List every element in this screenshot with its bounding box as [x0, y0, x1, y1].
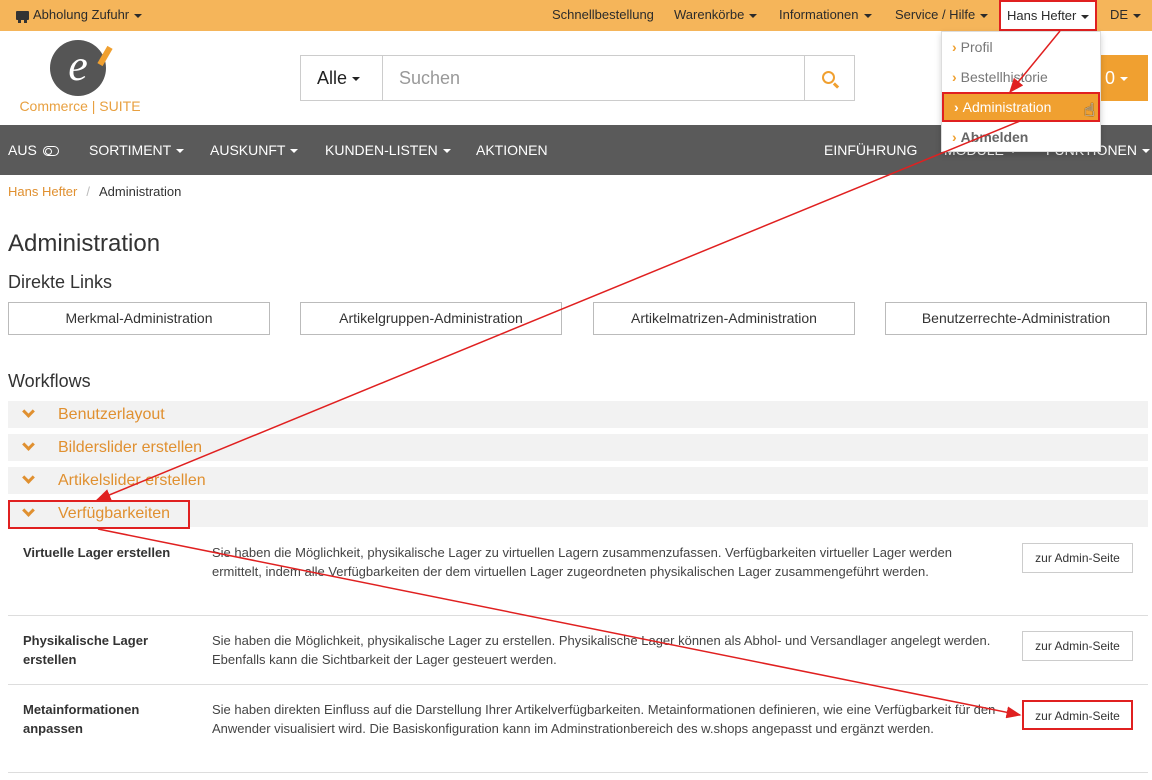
service-menu[interactable]: Service / Hilfe [895, 0, 989, 31]
caret-down-icon [176, 149, 185, 154]
search-button[interactable] [804, 56, 854, 100]
chevron-down-icon [22, 405, 35, 418]
caret-down-icon [1120, 77, 1129, 82]
service-label: Service / Hilfe [895, 7, 976, 22]
highlight-box [8, 500, 190, 529]
workflow-description: Sie haben die Möglichkeit, physikalische… [212, 545, 952, 579]
caret-down-icon [1081, 14, 1090, 19]
accordion-benutzerlayout[interactable]: Benutzerlayout [8, 401, 1148, 428]
caret-down-icon [749, 13, 758, 18]
cart-count: 0 [1105, 68, 1116, 88]
accordion-label: Artikelslider erstellen [58, 472, 206, 489]
breadcrumb-home[interactable]: Hans Hefter [8, 184, 77, 199]
artikelmatrizen-admin-link[interactable]: Artikelmatrizen-Administration [593, 302, 855, 335]
logo[interactable]: e Commerce | SUITE [10, 36, 150, 120]
chevron-right-icon: › [952, 129, 957, 145]
caret-down-icon [863, 13, 872, 18]
caret-down-icon [352, 77, 361, 82]
nav-toggle[interactable]: AUS [8, 125, 59, 175]
workflow-title: Virtuelle Lager erstellen [23, 545, 171, 560]
accordion-label: Bilderslider erstellen [58, 439, 203, 456]
search-icon [822, 71, 835, 84]
search-bar: Alle [300, 55, 855, 101]
menu-item-bestellhistorie[interactable]: › Bestellhistorie [942, 62, 1100, 92]
menu-item-label: Abmelden [960, 129, 1029, 145]
info-label: Informationen [779, 7, 859, 22]
top-bar: Abholung Zufuhr Schnellbestellung Warenk… [0, 0, 1152, 31]
merkmal-admin-link[interactable]: Merkmal-Administration [8, 302, 270, 335]
menu-item-label: Profil [960, 39, 993, 55]
hand-pointer-icon: ☝ [1084, 100, 1095, 120]
accordion-artikelslider[interactable]: Artikelslider erstellen [8, 467, 1148, 494]
workflow-title: Metainformationen anpassen [23, 702, 140, 736]
pickup-menu[interactable]: Abholung Zufuhr [16, 0, 143, 31]
menu-item-administration[interactable]: › Administration ☝ [942, 92, 1100, 122]
chevron-right-icon: › [954, 99, 959, 115]
breadcrumb-current: Administration [99, 184, 182, 199]
workflow-description: Sie haben direkten Einfluss auf die Dars… [212, 702, 996, 736]
workflows-heading: Workflows [8, 371, 91, 391]
caret-down-icon [442, 149, 451, 154]
nav-item-auskunft[interactable]: AUSKUNFT [210, 125, 299, 175]
menu-item-profil[interactable]: › Profil [942, 32, 1100, 62]
search-input[interactable] [383, 56, 804, 100]
nav-item-einfuehrung[interactable]: EINFÜHRUNG [824, 125, 917, 175]
search-category-select[interactable]: Alle [301, 56, 383, 100]
pickup-label: Abholung Zufuhr [33, 7, 130, 22]
logo-mark: e [50, 40, 106, 96]
language-menu[interactable]: DE [1110, 0, 1142, 31]
chevron-right-icon: › [952, 39, 957, 55]
caret-down-icon [980, 13, 989, 18]
caret-down-icon [134, 13, 143, 18]
logo-text: Commerce | SUITE [19, 98, 141, 114]
workflow-row: Virtuelle Lager erstellen Sie haben die … [8, 530, 1148, 616]
nav-item-kunden-listen[interactable]: KUNDEN-LISTEN [325, 125, 451, 175]
menu-item-label: Bestellhistorie [960, 69, 1048, 85]
chevron-down-icon [22, 471, 35, 484]
nav-item-label: AKTIONEN [476, 142, 548, 158]
nav-item-aktionen[interactable]: AKTIONEN [476, 125, 548, 175]
quick-order-link[interactable]: Schnellbestellung [552, 0, 654, 31]
page-title: Administration [8, 230, 161, 257]
nav-item-label: EINFÜHRUNG [824, 142, 918, 158]
caret-down-icon [1133, 13, 1142, 18]
admin-page-button[interactable]: zur Admin-Seite [1022, 631, 1133, 661]
language-label: DE [1110, 7, 1129, 22]
workflow-title: Physikalische Lager erstellen [23, 633, 149, 667]
user-dropdown: › Profil › Bestellhistorie › Administration… [941, 31, 1101, 152]
menu-item-label: Administration [962, 99, 1052, 115]
toggle-icon [42, 146, 59, 156]
benutzerrechte-admin-link[interactable]: Benutzerrechte-Administration [885, 302, 1147, 335]
chevron-right-icon: › [952, 69, 957, 85]
artikelgruppen-admin-link[interactable]: Artikelgruppen-Administration [300, 302, 562, 335]
user-menu[interactable]: Hans Hefter [999, 0, 1098, 31]
info-menu[interactable]: Informationen [779, 0, 872, 31]
workflow-row: Metainformationen anpassen Sie haben dir… [8, 685, 1148, 773]
accordion-label: Benutzerlayout [58, 406, 165, 423]
carts-label: Warenkörbe [674, 7, 745, 22]
nav-item-label: SORTIMENT [89, 142, 172, 158]
user-label: Hans Hefter [1007, 8, 1077, 23]
workflow-row: Physikalische Lager erstellen Sie haben … [8, 616, 1148, 685]
nav-item-label: AUSKUNFT [210, 142, 286, 158]
caret-down-icon [290, 149, 299, 154]
breadcrumb: Hans Hefter / Administration [8, 184, 181, 199]
menu-item-abmelden[interactable]: › Abmelden [942, 122, 1100, 152]
admin-page-button[interactable]: zur Admin-Seite [1022, 543, 1133, 573]
carts-menu[interactable]: Warenkörbe [674, 0, 758, 31]
caret-down-icon [1142, 149, 1150, 154]
accordion-bilderslider[interactable]: Bilderslider erstellen [8, 434, 1148, 461]
truck-icon [16, 11, 29, 23]
nav-item-sortiment[interactable]: SORTIMENT [89, 125, 185, 175]
nav-toggle-label: AUS [8, 142, 37, 158]
search-category-label: Alle [317, 68, 348, 88]
admin-page-button[interactable]: zur Admin-Seite [1022, 700, 1133, 730]
breadcrumb-separator: / [86, 184, 90, 199]
nav-item-label: KUNDEN-LISTEN [325, 142, 438, 158]
workflow-description: Sie haben die Möglichkeit, physikalische… [212, 633, 991, 667]
direct-links-heading: Direkte Links [8, 272, 113, 292]
chevron-down-icon [22, 438, 35, 451]
